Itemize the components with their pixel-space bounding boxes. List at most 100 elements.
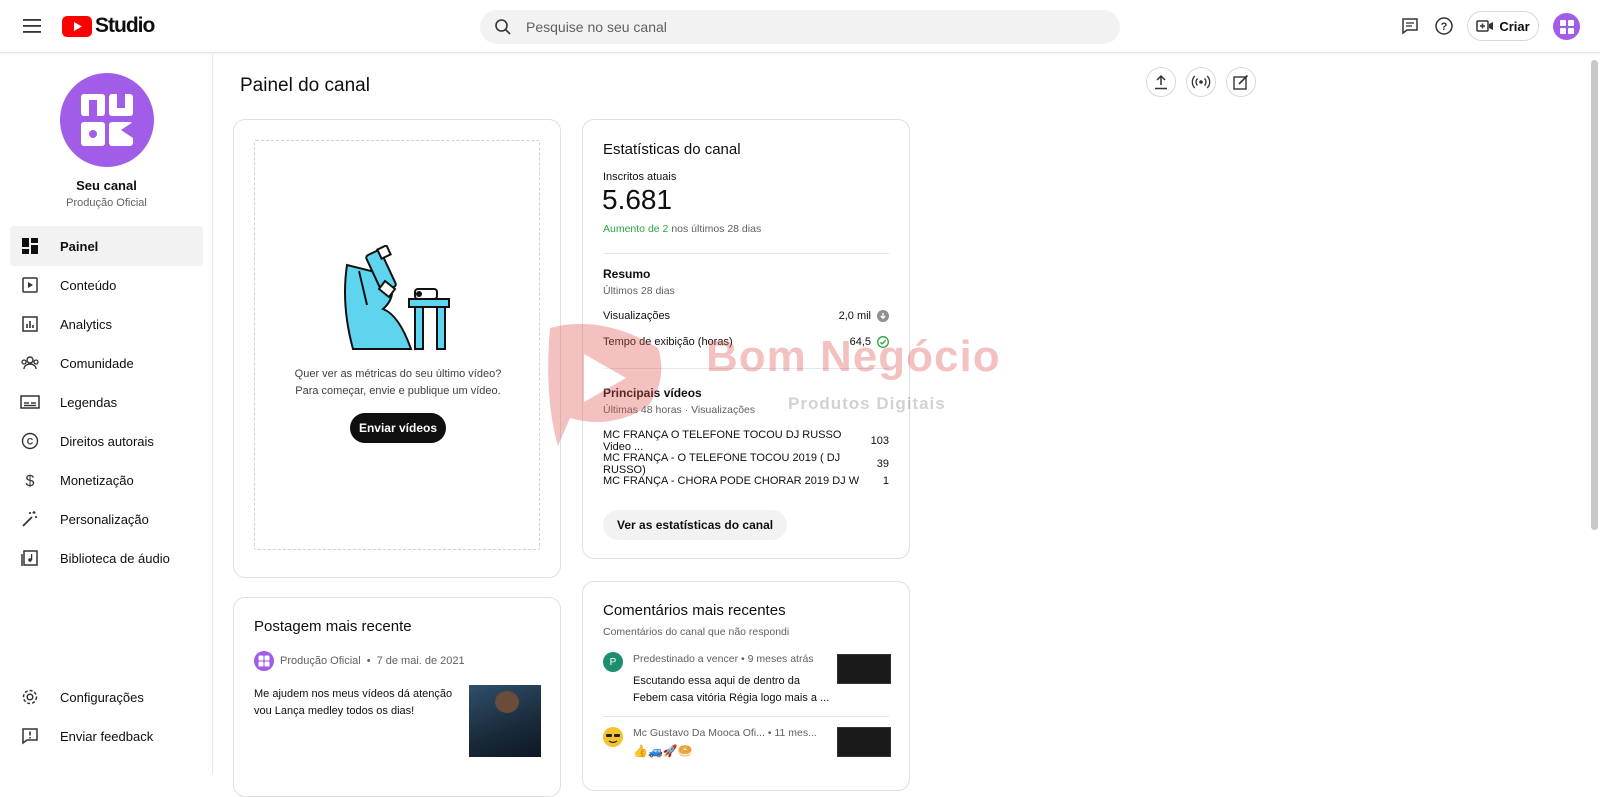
channel-subtitle: Produção Oficial — [66, 197, 147, 209]
video-add-icon — [1476, 20, 1494, 32]
upload-videos-button[interactable]: Enviar vídeos — [350, 413, 446, 443]
top-video-row[interactable]: MC FRANÇA - CHORA PODE CHORAR 2019 DJ W … — [603, 475, 889, 487]
post-card-title: Postagem mais recente — [254, 618, 412, 635]
sidebar-item-label: Enviar feedback — [60, 728, 154, 744]
sidebar-item-label: Direitos autorais — [60, 433, 154, 449]
comment-text-line2: Febem casa vitória Régia logo mais a ... — [633, 692, 830, 704]
top-video-row[interactable]: MC FRANÇA - O TELEFONE TOCOU 2019 ( DJ R… — [603, 452, 889, 476]
community-icon — [20, 353, 40, 373]
comment-video-thumbnail[interactable] — [837, 727, 891, 757]
top-bar: Studio ? Criar — [0, 0, 1600, 53]
channel-stats-card: Estatísticas do canal Inscritos atuais 5… — [582, 119, 910, 559]
sidebar-item-monetizacao[interactable]: $ Monetização — [10, 460, 203, 500]
comments-subtitle: Comentários do canal que não respondi — [603, 626, 790, 638]
sidebar-item-label: Monetização — [60, 472, 134, 488]
sidebar-item-direitos-autorais[interactable]: C Direitos autorais — [10, 421, 203, 461]
messages-icon[interactable] — [1396, 12, 1424, 40]
scrollbar[interactable] — [1591, 60, 1598, 530]
comment-time: 11 mes... — [774, 727, 817, 739]
views-row: Visualizações 2,0 mil — [603, 310, 889, 322]
create-button[interactable]: Criar — [1467, 11, 1539, 41]
top-video-row[interactable]: MC FRANÇA O TELEFONE TOCOU DJ RUSSO Vide… — [603, 429, 889, 453]
subscribers-period: nos últimos 28 dias — [671, 223, 762, 235]
feedback-icon — [20, 726, 40, 746]
sunglasses-emoji-icon — [603, 727, 623, 747]
magic-wand-icon — [20, 509, 40, 529]
sidebar-item-analytics[interactable]: Analytics — [10, 304, 203, 344]
comment-author[interactable]: Mc Gustavo Da Mooca Ofi... — [633, 727, 765, 739]
post-author[interactable]: Produção Oficial — [280, 655, 361, 667]
subscribers-change: Aumento de 2 nos últimos 28 dias — [603, 223, 761, 235]
upload-dropzone[interactable]: Quer ver as métricas do seu último vídeo… — [254, 140, 540, 550]
upload-card: Quer ver as métricas do seu último vídeo… — [233, 119, 561, 578]
account-avatar[interactable] — [1553, 13, 1580, 40]
logo-text: Studio — [95, 14, 155, 37]
svg-text:?: ? — [1441, 21, 1448, 33]
sidebar-item-personalizacao[interactable]: Personalização — [10, 499, 203, 539]
channel-logo-icon — [1559, 19, 1574, 34]
top-video-title: MC FRANÇA O TELEFONE TOCOU DJ RUSSO Vide… — [603, 429, 842, 453]
top-video-views: 1 — [882, 475, 889, 487]
sidebar-item-legendas[interactable]: Legendas — [10, 382, 203, 422]
search-bar[interactable] — [480, 10, 1120, 44]
search-input[interactable] — [526, 19, 1086, 35]
commenter-avatar[interactable]: P — [603, 652, 623, 672]
analytics-icon — [20, 314, 40, 334]
comment-meta: Predestinado a vencer • 9 meses atrás — [633, 653, 814, 665]
hamburger-menu-icon[interactable] — [16, 10, 48, 42]
microscope-illustration-icon — [344, 245, 450, 350]
comment-time: 9 meses atrás — [747, 653, 814, 665]
down-arrow-icon — [877, 310, 889, 322]
upload-message-line2: Para começar, envie e publique um vídeo. — [295, 385, 501, 397]
sidebar-item-label: Configurações — [60, 689, 144, 705]
channel-avatar[interactable] — [60, 73, 154, 167]
top-video-views: 103 — [870, 435, 889, 447]
check-circle-icon — [877, 336, 889, 348]
comment-video-thumbnail[interactable] — [837, 654, 891, 684]
help-icon[interactable]: ? — [1430, 12, 1458, 40]
top-video-views: 39 — [876, 458, 889, 470]
sidebar: Seu canal Produção Oficial Painel Conteú… — [0, 54, 213, 774]
upload-message-line1: Quer ver as métricas do seu último vídeo… — [294, 368, 502, 380]
live-broadcast-icon[interactable] — [1186, 67, 1216, 97]
post-image[interactable] — [469, 685, 541, 757]
view-channel-stats-button[interactable]: Ver as estatísticas do canal — [603, 510, 788, 540]
sidebar-item-painel[interactable]: Painel — [10, 226, 203, 266]
commenter-avatar[interactable] — [603, 727, 623, 747]
sidebar-item-configuracoes[interactable]: Configurações — [10, 677, 203, 717]
separator-dot: • — [741, 653, 745, 665]
comment-author[interactable]: Predestinado a vencer — [633, 653, 738, 665]
divider — [603, 716, 889, 717]
sidebar-item-label: Conteúdo — [60, 277, 117, 293]
upload-icon[interactable] — [1146, 67, 1176, 97]
post-date: 7 de mai. de 2021 — [376, 655, 465, 667]
top-video-title: MC FRANÇA - O TELEFONE TOCOU 2019 ( DJ R… — [603, 452, 841, 476]
channel-name[interactable]: Seu canal — [0, 178, 213, 193]
channel-logo-icon — [258, 655, 270, 667]
subtitles-icon — [20, 392, 40, 412]
sidebar-item-conteudo[interactable]: Conteúdo — [10, 265, 203, 305]
comments-title: Comentários mais recentes — [603, 602, 786, 619]
sidebar-item-biblioteca-audio[interactable]: Biblioteca de áudio — [10, 538, 203, 578]
copyright-icon: C — [20, 431, 40, 451]
recent-post-card: Postagem mais recente Produção Oficial •… — [233, 597, 561, 797]
summary-title: Resumo — [603, 267, 651, 281]
post-meta: Produção Oficial • 7 de mai. de 2021 — [254, 651, 465, 671]
post-text: Me ajudem nos meus vídeos dá atenção vou… — [254, 686, 454, 720]
stats-title: Estatísticas do canal — [603, 141, 741, 158]
gear-icon — [20, 687, 40, 707]
youtube-studio-logo[interactable]: Studio — [62, 13, 155, 39]
sidebar-item-comunidade[interactable]: Comunidade — [10, 343, 203, 383]
watch-time-value: 64,5 — [849, 336, 871, 348]
top-videos-period: Últimas 48 horas · Visualizações — [603, 404, 756, 416]
sidebar-item-enviar-feedback[interactable]: Enviar feedback — [10, 716, 203, 756]
separator-dot: • — [366, 655, 371, 667]
search-icon — [495, 19, 511, 35]
youtube-logo-icon — [62, 15, 92, 37]
sidebar-item-label: Comunidade — [60, 355, 134, 371]
sidebar-item-label: Painel — [60, 238, 99, 254]
post-author-avatar — [254, 651, 274, 671]
create-post-icon[interactable] — [1226, 67, 1256, 97]
divider — [603, 368, 889, 369]
audio-library-icon — [20, 548, 40, 568]
